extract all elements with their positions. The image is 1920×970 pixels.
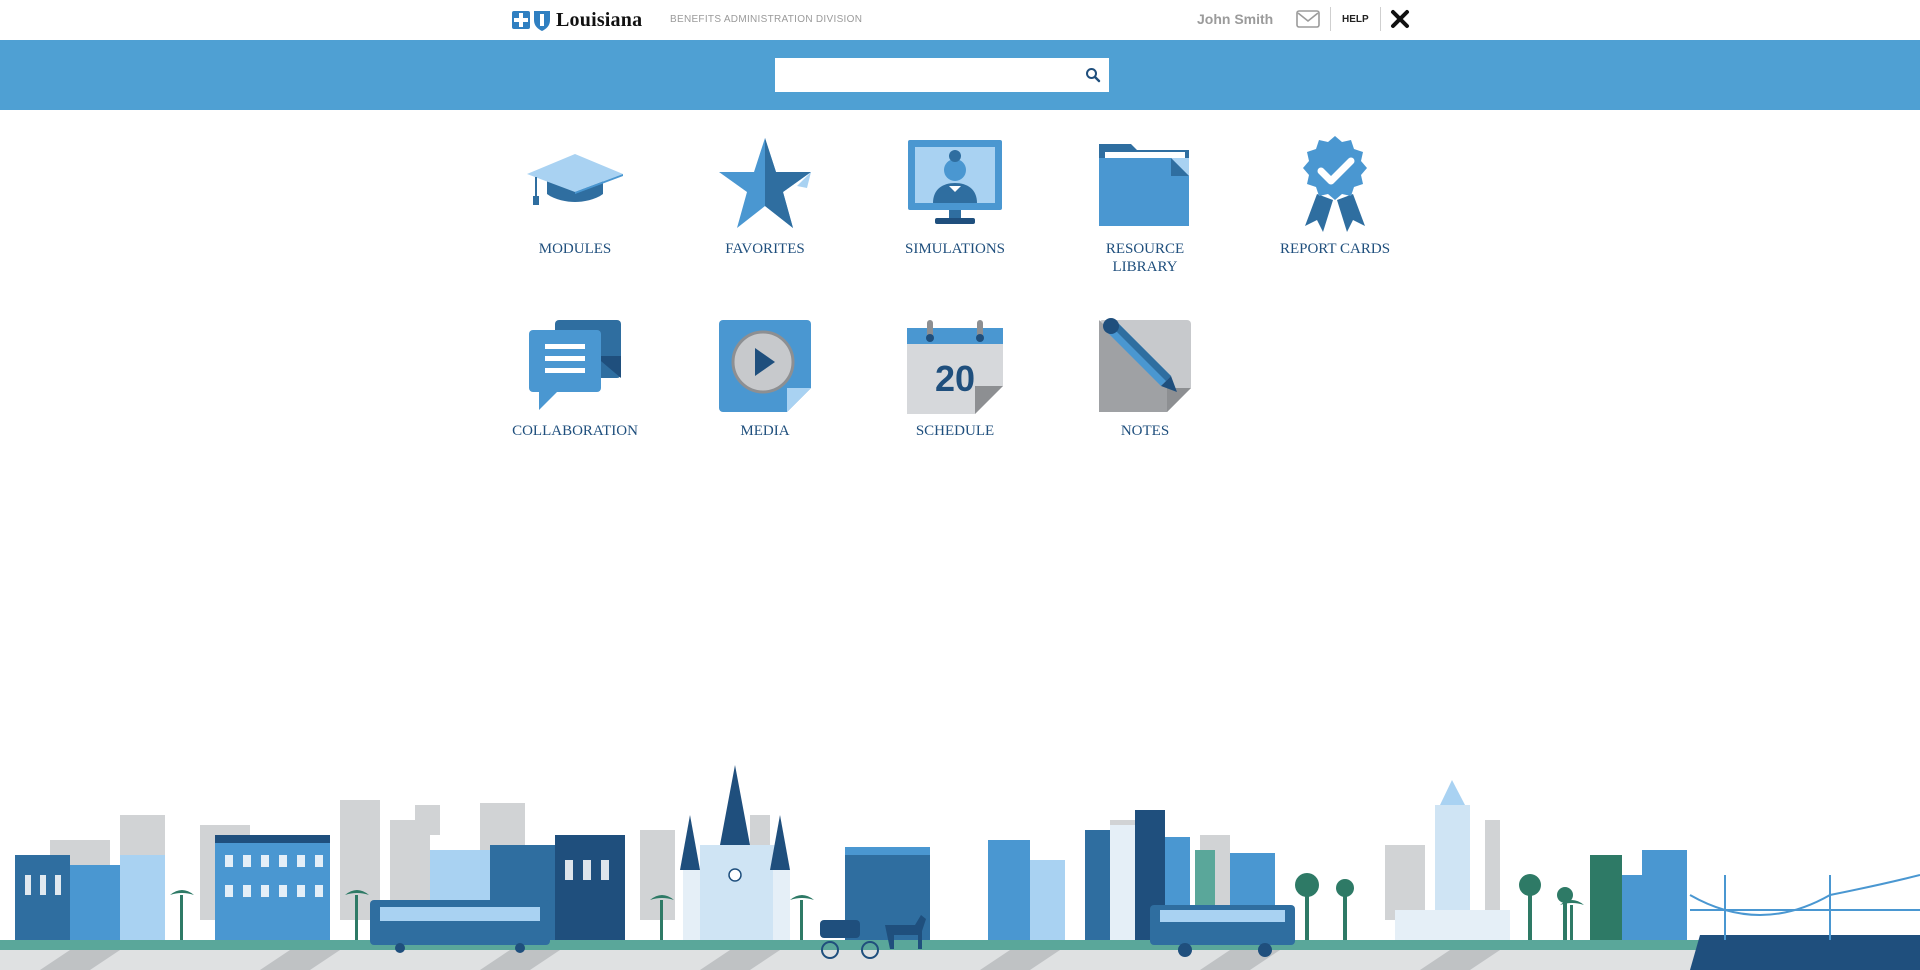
folder-icon — [1099, 144, 1189, 226]
graduation-cap-icon — [527, 154, 623, 205]
bridge — [1689, 874, 1920, 940]
tile-label: RESOURCE LIBRARY — [1105, 241, 1185, 275]
tile-label: MEDIA — [740, 423, 790, 439]
river — [1690, 935, 1920, 970]
cathedral — [680, 765, 790, 940]
close-icon[interactable] — [1390, 9, 1410, 29]
award-badge-icon — [1303, 136, 1367, 232]
search-input[interactable] — [775, 58, 1065, 92]
brand[interactable]: Louisiana — [510, 8, 642, 32]
tile-label: SIMULATIONS — [904, 241, 1005, 257]
search-box — [775, 58, 1109, 92]
play-media-icon — [719, 320, 811, 412]
star-icon — [719, 138, 811, 228]
tile-schedule[interactable]: 20 SCHEDULE — [880, 316, 1030, 440]
help-link[interactable]: HELP — [1342, 14, 1369, 25]
tile-label: MODULES — [538, 241, 612, 257]
divider — [1380, 7, 1381, 31]
search-band — [0, 40, 1920, 110]
tile-simulations[interactable]: SIMULATIONS — [880, 134, 1030, 258]
division-label: BENEFITS ADMINISTRATION DIVISION — [670, 14, 863, 25]
search-icon[interactable] — [1085, 67, 1101, 83]
user-name[interactable]: John Smith — [1197, 11, 1273, 27]
brand-name: Louisiana — [556, 8, 643, 31]
tile-label: NOTES — [1120, 423, 1170, 439]
tile-favorites[interactable]: FAVORITES — [690, 134, 840, 258]
monitor-person-icon — [908, 140, 1002, 224]
chat-bubble-icon — [529, 320, 621, 410]
tile-report-cards[interactable]: REPORT CARDS — [1260, 134, 1410, 258]
tile-modules[interactable]: MODULES — [500, 134, 650, 258]
blue-cross-logo — [512, 11, 550, 31]
mail-icon[interactable] — [1296, 9, 1320, 29]
right-buildings — [1590, 850, 1687, 940]
tile-label: FAVORITES — [725, 241, 805, 257]
tile-notes[interactable]: NOTES — [1070, 316, 1220, 440]
tile-label: COLLABORATION — [512, 423, 638, 439]
tile-media[interactable]: MEDIA — [690, 316, 840, 440]
tile-collaboration[interactable]: COLLABORATION — [500, 316, 650, 440]
pencil-note-icon — [1099, 318, 1191, 412]
tile-resource-library[interactable]: RESOURCE LIBRARY — [1070, 134, 1220, 276]
divider — [1330, 7, 1331, 31]
calendar-icon: 20 — [907, 320, 1003, 414]
tile-label: SCHEDULE — [915, 423, 995, 439]
tile-label: REPORT CARDS — [1279, 241, 1391, 257]
new-orleans-skyline-illustration — [0, 765, 1920, 970]
calendar-day: 20 — [935, 358, 975, 399]
top-header: Louisiana BENEFITS ADMINISTRATION DIVISI… — [0, 0, 1920, 40]
